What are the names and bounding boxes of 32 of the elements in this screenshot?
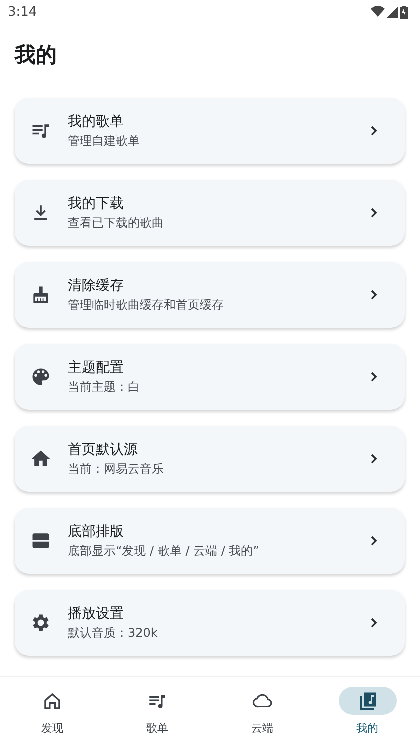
palette-icon: [30, 366, 52, 388]
card-title: 首页默认源: [68, 440, 139, 458]
nav-tab[interactable]: 我的: [315, 677, 420, 747]
settings-card[interactable]: 清除缓存 管理临时歌曲缓存和首页缓存: [15, 262, 405, 328]
card-title: 播放设置: [68, 604, 125, 622]
card-subtitle: 默认音质：320k: [68, 624, 159, 642]
nav-tab[interactable]: 发现: [0, 677, 105, 747]
card-subtitle: 管理临时歌曲缓存和首页缓存: [68, 296, 225, 314]
card-subtitle: 底部显示“发现 / 歌单 / 云端 / 我的”: [68, 542, 260, 560]
status-time: 3:14: [8, 4, 38, 20]
settings-card[interactable]: 主题配置 当前主题：白: [15, 344, 405, 410]
signal-icon: [387, 6, 398, 18]
wifi-icon: [371, 6, 385, 18]
battery-icon: [400, 6, 408, 18]
card-subtitle: 查看已下载的歌曲: [68, 214, 165, 232]
settings-card[interactable]: 首页默认源 当前：网易云音乐: [15, 426, 405, 492]
card-subtitle: 当前主题：白: [68, 378, 141, 396]
settings-card[interactable]: 播放设置 默认音质：320k: [15, 590, 405, 656]
nav-tab[interactable]: 歌单: [105, 677, 210, 747]
card-title: 底部排版: [68, 522, 125, 540]
card-title: 我的下载: [68, 194, 125, 212]
card-title: 我的歌单: [68, 112, 125, 130]
home-icon: [42, 690, 63, 712]
card-title: 主题配置: [68, 358, 125, 376]
settings-card[interactable]: 底部排版 底部显示“发现 / 歌单 / 云端 / 我的”: [15, 508, 405, 574]
card-subtitle: 当前：网易云音乐: [68, 460, 165, 478]
settings-card[interactable]: 我的下载 查看已下载的歌曲: [15, 180, 405, 246]
settings-card[interactable]: 我的歌单 管理自建歌单: [15, 98, 405, 164]
card-subtitle: 管理自建歌单: [68, 132, 141, 150]
page-title: 我的: [15, 42, 58, 69]
card-title: 清除缓存: [68, 276, 125, 294]
nav-tab[interactable]: 云端: [210, 677, 315, 747]
